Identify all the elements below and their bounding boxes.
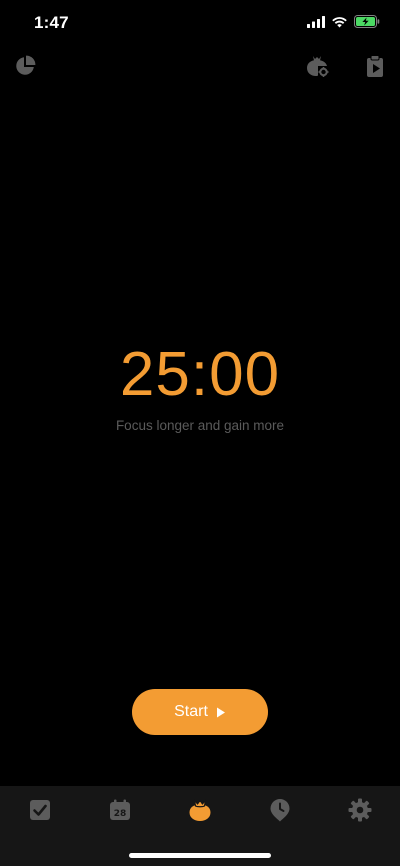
timer-display: 25:00: [119, 340, 281, 409]
start-button[interactable]: Start: [132, 689, 268, 735]
gear-icon: [348, 798, 372, 822]
battery-charging-icon: [354, 15, 380, 28]
status-time: 1:47: [34, 13, 69, 32]
tab-tasks[interactable]: [28, 798, 52, 822]
wifi-icon: [332, 16, 347, 27]
cellular-signal-icon: [307, 15, 325, 28]
clipboard-play-icon[interactable]: [363, 54, 387, 78]
tomato-icon: [189, 799, 211, 821]
location-clock-icon: [270, 799, 290, 822]
tab-timer[interactable]: [188, 798, 212, 822]
calendar-day: 28: [114, 809, 127, 819]
start-button-label: Start: [174, 703, 208, 720]
calendar-icon: 28: [110, 799, 130, 820]
status-bar: 1:47: [0, 0, 400, 46]
tomato-settings-icon[interactable]: [305, 54, 329, 78]
status-icons: [307, 15, 380, 28]
pie-chart-icon[interactable]: [13, 54, 37, 78]
tab-calendar[interactable]: 28: [108, 798, 132, 822]
tab-settings[interactable]: [348, 798, 372, 822]
tab-history[interactable]: [268, 798, 292, 822]
check-square-icon: [30, 800, 50, 820]
timer-subtitle: Focus longer and gain more: [115, 418, 285, 433]
home-indicator[interactable]: [129, 853, 271, 858]
play-icon: [216, 707, 225, 717]
